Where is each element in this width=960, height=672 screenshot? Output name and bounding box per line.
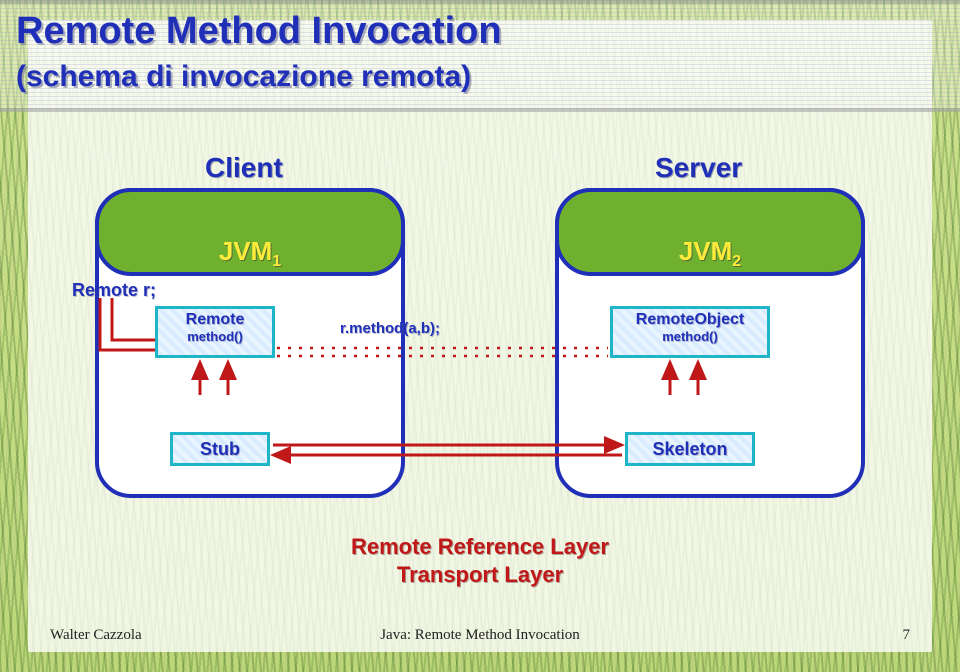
client-label: Client [205, 152, 283, 184]
footer-page-number: 7 [903, 627, 911, 644]
footer-title: Java: Remote Method Invocation [0, 627, 960, 644]
skeleton-box: Skeleton [625, 432, 755, 466]
transport-layer-label: Transport Layer [0, 562, 960, 588]
jvm1-label: JVM1 [99, 236, 401, 271]
remote-box-method: method() [158, 329, 272, 346]
skeleton-label: Skeleton [652, 439, 727, 459]
jvm1-header: JVM1 [95, 188, 405, 276]
remote-reference-layer-label: Remote Reference Layer [0, 534, 960, 560]
remote-box-title: Remote [158, 309, 272, 329]
remote-interface-box: Remote method() [155, 306, 275, 358]
remote-r-declaration: Remote r; [72, 280, 156, 301]
server-label: Server [655, 152, 742, 184]
jvm2-header: JVM2 [555, 188, 865, 276]
remote-object-box: RemoteObject method() [610, 306, 770, 358]
remoteobj-box-method: method() [613, 329, 767, 346]
stub-label: Stub [200, 439, 240, 459]
slide-title: Remote Method Invocation [16, 10, 502, 53]
method-call-label: r.method(a,b); [340, 320, 440, 337]
stub-box: Stub [170, 432, 270, 466]
remoteobj-box-title: RemoteObject [613, 309, 767, 329]
jvm2-label: JVM2 [559, 236, 861, 271]
title-band: Remote Method Invocation (schema di invo… [0, 0, 960, 112]
slide-subtitle: (schema di invocazione remota) [16, 60, 471, 94]
